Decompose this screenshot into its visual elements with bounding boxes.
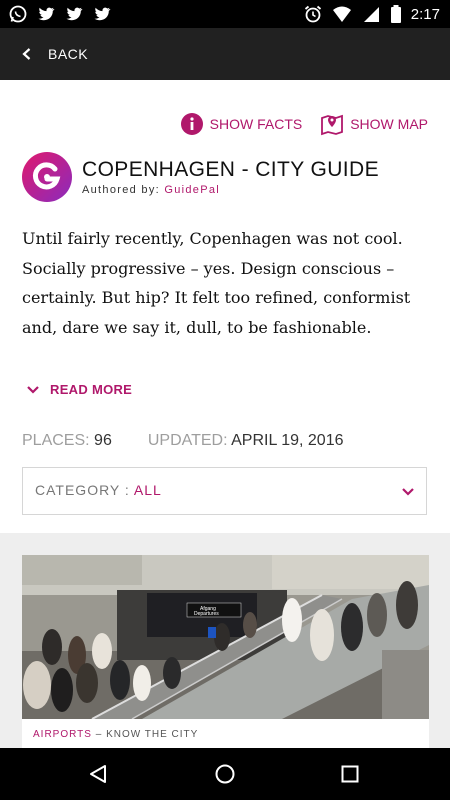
chevron-down-icon: [27, 385, 39, 394]
back-button[interactable]: BACK: [20, 28, 88, 80]
guide-title: COPENHAGEN - CITY GUIDE: [82, 158, 380, 181]
place-card-caption: AIRPORTS – KNOW THE CITY: [33, 729, 198, 740]
guide-actions: SHOW FACTS SHOW MAP: [180, 112, 428, 136]
authored-prefix: Authored by:: [82, 184, 165, 196]
twitter-icon: [94, 7, 111, 21]
square-recents-icon: [341, 765, 359, 783]
place-category: AIRPORTS: [33, 729, 92, 740]
place-subtitle: KNOW THE CITY: [106, 729, 199, 740]
whatsapp-icon: [9, 5, 27, 23]
info-icon: [180, 113, 203, 135]
category-select[interactable]: CATEGORY : ALL: [22, 467, 427, 515]
nav-back-button[interactable]: [68, 748, 128, 800]
back-label: BACK: [48, 46, 89, 62]
places-value: 96: [94, 432, 112, 449]
show-map-label: SHOW MAP: [350, 116, 428, 132]
guide-description: Until fairly recently, Copenhagen was no…: [22, 229, 411, 337]
chevron-down-icon: [402, 488, 414, 496]
caption-separator: –: [91, 729, 107, 740]
twitter-icon: [38, 7, 55, 21]
show-facts-button[interactable]: SHOW FACTS: [180, 112, 303, 136]
status-bar: 2:17: [0, 0, 450, 28]
category-label: CATEGORY :: [35, 482, 134, 498]
place-card[interactable]: Afgang Departures AIRPORTS – KNOW THE CI…: [22, 555, 429, 748]
twitter-icon: [66, 7, 83, 21]
app-bar: BACK: [0, 28, 450, 80]
updated-label: UPDATED:: [147, 432, 228, 449]
guidepal-g-icon: [32, 162, 61, 190]
category-select-text: CATEGORY : ALL: [35, 482, 162, 498]
read-more-label: READ MORE: [50, 382, 133, 397]
triangle-back-icon: [90, 765, 106, 783]
nav-recents-button[interactable]: [320, 748, 380, 800]
places-label: PLACES:: [22, 432, 90, 449]
sign-line-departures: Departures: [194, 611, 219, 617]
clock: 2:17: [410, 5, 440, 23]
places-count: PLACES: 96: [22, 432, 112, 450]
guide-header: COPENHAGEN - CITY GUIDE Authored by: Gui…: [22, 152, 379, 202]
author-name: GuidePal: [164, 184, 220, 196]
category-value: ALL: [133, 482, 162, 498]
map-pin-icon: [321, 114, 344, 136]
updated-value: APRIL 19, 2016: [231, 432, 344, 449]
updated-date: UPDATED: APRIL 19, 2016: [148, 432, 344, 450]
system-icons: 2:17: [303, 4, 440, 24]
alarm-icon: [304, 5, 321, 23]
show-map-button[interactable]: SHOW MAP: [320, 112, 428, 136]
circle-home-icon: [215, 764, 235, 784]
system-nav-bar: [0, 748, 450, 800]
authored-by: Authored by: GuidePal: [82, 184, 379, 196]
chevron-left-icon: [22, 48, 31, 60]
guidepal-logo: [22, 152, 72, 202]
read-more-button[interactable]: READ MORE: [26, 382, 132, 397]
guide-meta: PLACES: 96 UPDATED: APRIL 19, 2016: [22, 432, 344, 450]
wifi-icon: [332, 6, 351, 22]
place-card-image: Afgang Departures: [22, 555, 429, 719]
battery-icon: [390, 5, 401, 23]
notification-icons: [8, 4, 112, 24]
nav-home-button[interactable]: [195, 748, 255, 800]
cell-signal-icon: [363, 7, 379, 22]
show-facts-label: SHOW FACTS: [209, 116, 303, 132]
